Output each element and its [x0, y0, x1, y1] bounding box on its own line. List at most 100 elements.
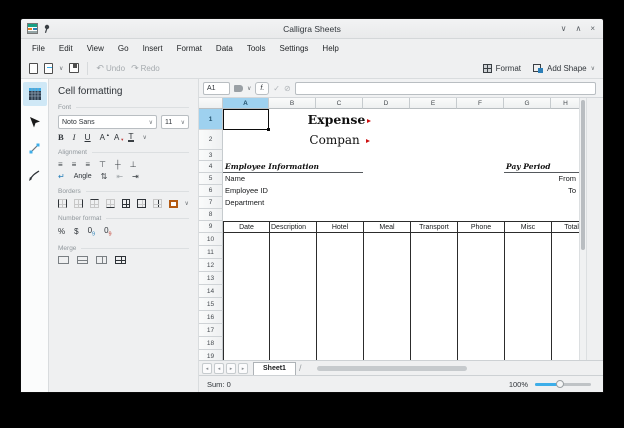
valign-middle-icon[interactable]: ┼ — [115, 160, 121, 169]
column-header-d[interactable]: D — [363, 98, 410, 109]
cell-pay-period-field[interactable]: To — [504, 185, 576, 197]
wrap-text-icon[interactable]: ↵ — [58, 172, 65, 181]
border-color-swatch[interactable] — [169, 200, 177, 208]
valign-top-icon[interactable]: ⊤ — [99, 160, 106, 169]
cell-employee-field[interactable]: Name — [225, 173, 245, 185]
cell-employee-header[interactable]: Employee Information — [223, 161, 363, 173]
named-range-dropdown-icon[interactable]: ∨ — [247, 85, 251, 92]
insert-function-button[interactable]: f. — [255, 82, 269, 95]
row-header-8[interactable]: 8 — [199, 209, 223, 221]
border-color-dropdown-icon[interactable]: ∨ — [185, 200, 189, 207]
row-header-10[interactable]: 10 — [199, 233, 223, 246]
decrease-precision-button[interactable]: 09 — [104, 226, 112, 238]
vertical-text-icon[interactable]: ⇅ — [101, 172, 108, 181]
row-header-19[interactable]: 19 — [199, 350, 223, 360]
column-header-c[interactable]: C — [316, 98, 363, 109]
menu-view[interactable]: View — [80, 41, 111, 56]
font-family-select[interactable]: Noto Sans ∨ — [58, 115, 157, 129]
cell-reference-box[interactable]: A1 — [203, 82, 230, 95]
row-header-5[interactable]: 5 — [199, 173, 223, 185]
superscript-button[interactable]: A▴ — [100, 133, 105, 142]
horizontal-scrollbar[interactable] — [317, 366, 467, 371]
row-header-14[interactable]: 14 — [199, 285, 223, 298]
format-button[interactable]: Format — [483, 64, 521, 73]
row-header-16[interactable]: 16 — [199, 311, 223, 324]
add-shape-button[interactable]: Add Shape ∨ — [533, 64, 595, 73]
row-header-3[interactable]: 3 — [199, 150, 223, 161]
menu-data[interactable]: Data — [209, 41, 240, 56]
column-header-b[interactable]: B — [269, 98, 316, 109]
row-header-2[interactable]: 2 — [199, 130, 223, 150]
cell-table-header[interactable]: Meal — [363, 221, 410, 233]
row-header-1[interactable]: 1 — [199, 109, 223, 130]
menu-insert[interactable]: Insert — [136, 41, 170, 56]
connector-tool-button[interactable] — [23, 136, 47, 160]
menu-help[interactable]: Help — [315, 41, 345, 56]
underline-button[interactable]: U — [85, 132, 91, 142]
row-header-17[interactable]: 17 — [199, 324, 223, 337]
first-sheet-icon[interactable]: ◂ — [202, 363, 212, 374]
cell-table-header[interactable]: Misc — [504, 221, 551, 233]
select-all-corner[interactable] — [199, 98, 223, 109]
border-all-icon[interactable] — [122, 199, 131, 208]
decrease-indent-icon[interactable]: ⇤ — [116, 172, 123, 181]
cell-pay-period-header[interactable]: Pay Period — [504, 161, 579, 173]
cell-employee-field[interactable]: Department — [225, 197, 264, 209]
bold-button[interactable]: B — [58, 132, 64, 142]
menu-file[interactable]: File — [25, 41, 52, 56]
cell-table-header[interactable]: Total — [551, 221, 579, 233]
cell-doc-title[interactable]: Expense — [269, 109, 410, 130]
cell-employee-field[interactable]: Employee ID — [225, 185, 268, 197]
undo-button[interactable]: ↶Undo — [96, 63, 125, 74]
vertical-scrollbar[interactable] — [579, 98, 586, 360]
close-icon[interactable]: × — [590, 19, 595, 39]
align-right-icon[interactable]: ≡ — [85, 160, 90, 169]
column-header-h[interactable]: H — [551, 98, 579, 109]
row-header-9[interactable]: 9 — [199, 221, 223, 233]
cell-selection-box[interactable] — [223, 109, 269, 130]
cell-table-header[interactable]: Date — [223, 221, 269, 233]
unmerge-cells-icon[interactable] — [115, 256, 126, 264]
previous-sheet-icon[interactable]: ◂ — [214, 363, 224, 374]
border-bottom-icon[interactable] — [106, 199, 115, 208]
merge-vertical-icon[interactable] — [96, 256, 107, 264]
increase-precision-button[interactable]: 09 — [88, 226, 96, 238]
row-header-6[interactable]: 6 — [199, 185, 223, 197]
angle-button[interactable]: Angle — [74, 173, 92, 180]
row-header-11[interactable]: 11 — [199, 246, 223, 259]
italic-button[interactable]: I — [73, 132, 76, 142]
cell-table-header[interactable]: Description — [269, 221, 316, 233]
vertical-scrollbar-thumb[interactable] — [581, 100, 585, 250]
minimize-icon[interactable]: ∨ — [561, 19, 567, 39]
border-outline-icon[interactable] — [137, 199, 146, 208]
cell-table-header[interactable]: Transport — [410, 221, 457, 233]
save-icon[interactable] — [69, 63, 79, 73]
named-range-icon[interactable] — [234, 85, 243, 92]
new-document-icon[interactable] — [29, 63, 38, 74]
cell-table-header[interactable]: Phone — [457, 221, 504, 233]
column-header-f[interactable]: F — [457, 98, 504, 109]
accept-formula-icon[interactable]: ✓ — [273, 84, 280, 93]
cell-tool-button[interactable] — [23, 82, 47, 106]
border-top-icon[interactable] — [90, 199, 99, 208]
valign-bottom-icon[interactable]: ⊥ — [130, 160, 137, 169]
row-header-15[interactable]: 15 — [199, 298, 223, 311]
next-sheet-icon[interactable]: ▸ — [226, 363, 236, 374]
zoom-slider-handle[interactable] — [556, 380, 564, 388]
titlebar[interactable]: Calligra Sheets ∨ ∧ × — [21, 19, 603, 39]
cell-table-header[interactable]: Hotel — [316, 221, 363, 233]
menu-go[interactable]: Go — [111, 41, 136, 56]
calligraphy-tool-button[interactable] — [23, 163, 47, 187]
sheet-grid[interactable]: ABCDEFGH 12345678910111213141516171819 E… — [199, 98, 579, 360]
merge-cells-icon[interactable] — [58, 256, 69, 264]
menu-format[interactable]: Format — [170, 41, 209, 56]
column-header-e[interactable]: E — [410, 98, 457, 109]
row-header-18[interactable]: 18 — [199, 337, 223, 350]
menu-settings[interactable]: Settings — [273, 41, 316, 56]
menu-edit[interactable]: Edit — [52, 41, 80, 56]
last-sheet-icon[interactable]: ▸ — [238, 363, 248, 374]
selection-tool-button[interactable] — [23, 109, 47, 133]
cell-doc-subtitle[interactable]: Compan — [269, 130, 410, 150]
percent-format-button[interactable]: % — [58, 227, 65, 236]
menu-tools[interactable]: Tools — [240, 41, 273, 56]
